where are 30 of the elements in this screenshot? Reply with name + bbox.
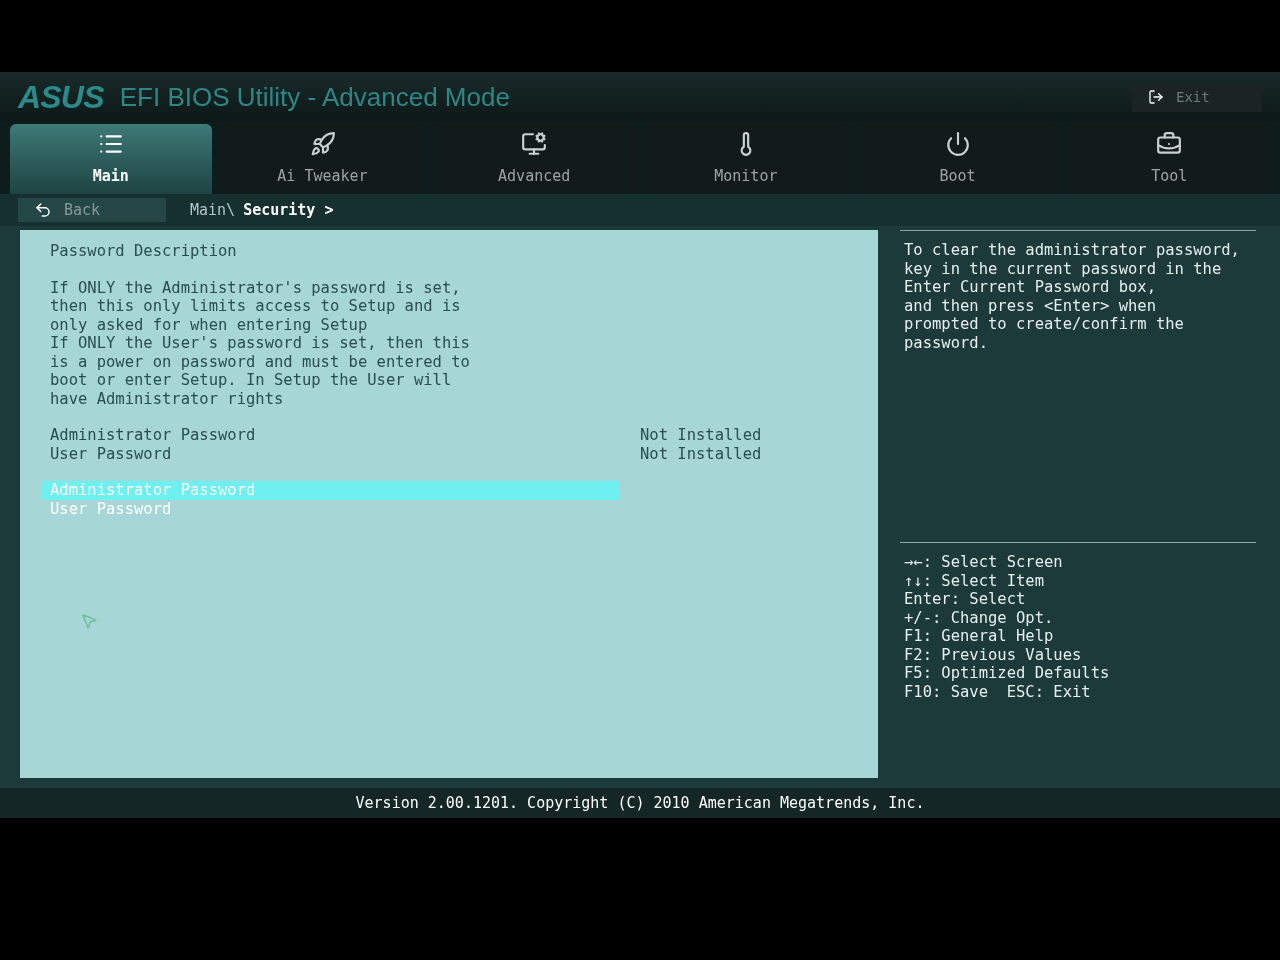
monitor-icon	[521, 130, 548, 157]
tab[interactable]: Main	[10, 124, 212, 194]
breadcrumb-current: Security >	[243, 199, 334, 221]
key-hint: F2: Previous Values	[904, 645, 1083, 664]
key-hint: F10: Save ESC: Exit	[904, 682, 1092, 701]
version-footer: Version 2.00.1201. Copyright (C) 2010 American Megatrends, Inc.	[355, 791, 925, 815]
exit-icon	[1148, 89, 1164, 105]
exit-button[interactable]: Exit	[1132, 82, 1262, 112]
rocket-icon	[309, 130, 336, 157]
key-hint: +/-: Change Opt.	[904, 608, 1055, 627]
key-hint: ↑↓: Select Item	[904, 571, 1045, 590]
setting-value: Not Installed	[640, 444, 762, 463]
description-text: If ONLY the Administrator's password is set, then this only limits access to Setup and is only asked for when entering Setup If ONLY the User's password is set, then this is a power on password and must be entered to boot or enter Setup. In Setup the User will have Administrator rights	[50, 278, 471, 408]
key-hint: →←: Select Screen	[904, 553, 1064, 572]
help-text: To clear the administrator password, key in the current password in the Enter Current Password box, and then press <Enter> when prompted to create/confirm the password.	[904, 241, 1241, 352]
key-hint: Enter: Select	[904, 590, 1027, 609]
power-icon	[944, 130, 971, 157]
key-hint: F5: Optimized Defaults	[904, 664, 1111, 683]
mouse-cursor-icon	[80, 612, 98, 630]
setting-label: User Password	[50, 444, 173, 463]
back-arrow-icon	[34, 201, 52, 219]
key-hint: F1: General Help	[904, 627, 1055, 646]
section-title: Password Description	[50, 242, 238, 261]
setting-value: Not Installed	[640, 426, 762, 445]
back-button[interactable]: Back	[18, 198, 166, 222]
brand-logo: ASUS	[18, 78, 104, 117]
window-title: EFI BIOS Utility - Advanced Mode	[119, 80, 510, 114]
breadcrumb-link[interactable]: Main\	[190, 198, 236, 222]
toolbox-icon	[1156, 130, 1183, 157]
setting-label: Administrator Password	[50, 426, 257, 445]
